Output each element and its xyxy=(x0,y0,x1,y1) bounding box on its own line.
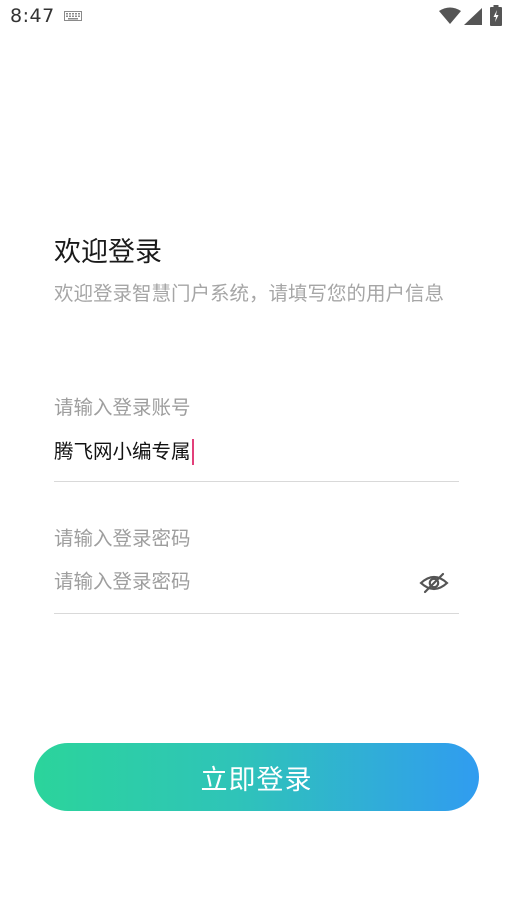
status-time: 8:47 xyxy=(10,5,55,27)
password-field-label: 请输入登录密码 xyxy=(54,527,191,550)
page-subtitle: 欢迎登录智慧门户系统，请填写您的用户信息 xyxy=(54,282,445,305)
status-bar: 8:47 xyxy=(0,0,513,34)
account-field-label: 请输入登录账号 xyxy=(54,396,191,419)
password-field-underline xyxy=(54,613,459,614)
wifi-icon xyxy=(439,7,461,24)
login-button[interactable]: 立即登录 xyxy=(34,743,479,811)
page-title: 欢迎登录 xyxy=(54,237,162,268)
signal-icon xyxy=(464,8,482,25)
text-caret xyxy=(191,439,194,465)
battery-charging-icon xyxy=(490,5,502,26)
keyboard-icon xyxy=(64,11,82,21)
account-input-value: 腾飞网小编专属 xyxy=(54,440,191,463)
account-field-underline xyxy=(54,481,459,482)
account-input[interactable]: 腾飞网小编专属 xyxy=(54,438,194,466)
password-input[interactable]: 请输入登录密码 xyxy=(54,568,191,596)
eye-off-icon[interactable] xyxy=(419,570,449,596)
login-screen: 8:47 欢迎登录 欢迎登录智慧门户系统，请填写您的用户信息 请输入登录账号 腾… xyxy=(0,0,513,913)
